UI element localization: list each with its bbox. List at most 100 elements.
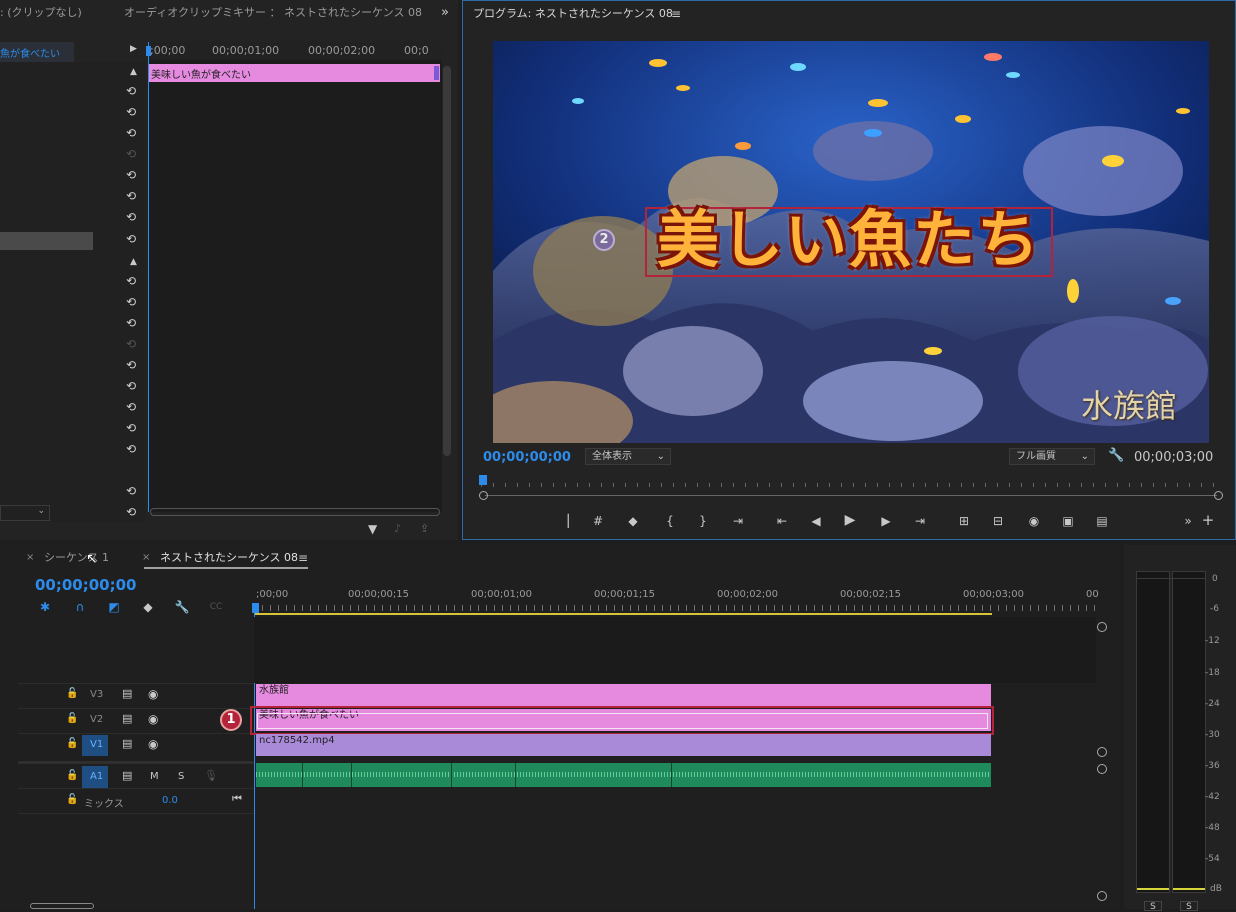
reset-icon[interactable]: ⟲ [124, 337, 138, 351]
reset-icon[interactable]: ⟲ [124, 232, 138, 246]
panel-menu-icon[interactable]: ≡ [671, 7, 681, 21]
solo-left-button[interactable]: S [1144, 901, 1162, 912]
audio-vscroll-bottom[interactable] [1097, 891, 1107, 901]
reset-icon[interactable]: ⟲ [124, 421, 138, 435]
track-label-a1[interactable]: A1 [90, 771, 103, 782]
sync-lock-icon[interactable]: ▤ [122, 737, 132, 750]
play-icon[interactable]: ▶ [841, 512, 859, 528]
mark-in-icon[interactable]: { [661, 513, 679, 529]
step-forward-frame-icon[interactable]: ▶ [877, 513, 895, 529]
lift-icon[interactable]: ⊞ [955, 513, 973, 529]
panel-overflow-icon[interactable]: » [441, 5, 449, 20]
lock-icon[interactable]: 🔓 [66, 738, 78, 749]
reset-icon[interactable]: ⟲ [124, 84, 138, 98]
source-vscroll[interactable] [443, 66, 451, 456]
sync-lock-icon[interactable]: ▤ [122, 769, 132, 782]
zoom-bar[interactable] [479, 491, 1223, 501]
collapse-up-icon[interactable]: ▲ [130, 67, 137, 77]
video-vscroll-top[interactable] [1097, 622, 1107, 632]
marker-icon[interactable]: ◆ [624, 513, 642, 529]
audio-only-icon[interactable]: ♪ [394, 522, 401, 535]
reset-icon[interactable]: ⟲ [124, 210, 138, 224]
reset-icon[interactable]: ⟲ [124, 316, 138, 330]
reset-icon[interactable]: ⟲ [124, 189, 138, 203]
step-forward-icon[interactable]: ⇥ [911, 513, 929, 529]
wrench-icon[interactable]: 🔧 [173, 599, 191, 615]
filter-icon[interactable]: ▼ [368, 522, 377, 536]
program-timecode[interactable]: 00;00;00;00 [483, 450, 571, 465]
program-monitor-title[interactable]: プログラム: ネストされたシーケンス 08 [473, 1, 673, 27]
extract-icon[interactable]: ⊟ [989, 513, 1007, 529]
magnet-icon[interactable]: ∩ [71, 599, 89, 615]
solo-button[interactable]: S [178, 771, 184, 782]
source-playhead[interactable] [148, 42, 149, 512]
panel-menu-icon[interactable]: ≡ [298, 551, 308, 565]
source-clip-bar[interactable]: 美味しい魚が食べたい [148, 64, 440, 82]
reset-icon[interactable]: ⟲ [124, 379, 138, 393]
audio-vscroll-top[interactable] [1097, 764, 1107, 774]
source-tab[interactable]: : (クリップなし) [0, 0, 110, 26]
captions-icon[interactable]: CC [207, 599, 225, 615]
wrench-icon[interactable]: 🔧 [1108, 448, 1124, 463]
video-vscroll-bottom[interactable] [1097, 747, 1107, 757]
mark-out-icon[interactable]: } [694, 513, 712, 529]
sync-lock-icon[interactable]: ▤ [122, 687, 132, 700]
add-button-icon[interactable]: + [1199, 512, 1217, 528]
collapse-up-icon[interactable]: ▲ [130, 257, 137, 267]
compare-icon[interactable]: ▣ [1059, 513, 1077, 529]
reset-icon[interactable]: ⟲ [124, 442, 138, 456]
mix-value[interactable]: 0.0 [162, 795, 178, 806]
add-marker-icon[interactable]: ◆ [139, 599, 157, 615]
eye-icon[interactable]: ◉ [148, 687, 158, 701]
comparison-view-icon[interactable]: ▤ [1093, 513, 1111, 529]
reset-icon[interactable]: ⟲ [124, 400, 138, 414]
close-tab-icon[interactable]: × [142, 552, 150, 563]
dropdown[interactable]: ⌄ [0, 505, 50, 521]
microphone-icon[interactable]: 🎙 [204, 769, 218, 782]
add-marker-icon[interactable]: ▕ [555, 513, 573, 529]
zoom-select[interactable]: 全体表示 ⌄ [585, 448, 671, 465]
work-area-bar[interactable] [254, 613, 992, 615]
timeline-ruler[interactable]: ;00;00 00;00;00;15 00;00;01;00 00;00;01;… [254, 583, 1099, 617]
timeline-timecode[interactable]: 00;00;00;00 [35, 576, 137, 594]
overflow-icon[interactable]: » [1179, 513, 1197, 529]
zoom-bar-handle-left[interactable] [479, 491, 488, 500]
eye-icon[interactable]: ◉ [148, 712, 158, 726]
track-label-v1[interactable]: V1 [90, 739, 103, 750]
clip-v1[interactable]: nc178542.mp4 [256, 734, 991, 756]
reset-icon[interactable]: ⟲ [124, 126, 138, 140]
reset-icon[interactable]: ⟲ [124, 147, 138, 161]
clip-end-handle[interactable] [434, 66, 439, 80]
zoom-bar-handle-right[interactable] [1214, 491, 1223, 500]
step-back-frame-icon[interactable]: ◀ [807, 513, 825, 529]
track-label-v3[interactable]: V3 [90, 689, 103, 700]
camera-icon[interactable]: ◉ [1025, 513, 1043, 529]
sync-lock-icon[interactable]: ▤ [122, 712, 132, 725]
mute-button[interactable]: M [150, 771, 159, 782]
solo-right-button[interactable]: S [1180, 901, 1198, 912]
reset-icon[interactable]: ⟲ [124, 295, 138, 309]
expand-right-icon[interactable]: ▶ [130, 44, 137, 54]
lock-icon[interactable]: 🔓 [66, 688, 78, 699]
reset-icon[interactable]: ⟲ [124, 484, 138, 498]
go-to-in-icon[interactable]: ⇥ [729, 513, 747, 529]
value-slider[interactable] [0, 232, 93, 250]
reset-icon[interactable]: ⟲ [124, 168, 138, 182]
reset-icon[interactable]: ⟲ [124, 274, 138, 288]
go-to-end-icon[interactable]: ⏮ [232, 792, 242, 806]
linked-selection-icon[interactable]: ◩ [105, 599, 123, 615]
close-tab-icon[interactable]: × [26, 552, 34, 563]
lock-icon[interactable]: 🔓 [66, 713, 78, 724]
eye-icon[interactable]: ◉ [148, 737, 158, 751]
reset-icon[interactable]: ⟲ [124, 505, 138, 519]
export-icon[interactable]: ⇪ [420, 522, 429, 535]
audio-clip-a1[interactable] [256, 763, 991, 787]
grid-icon[interactable]: # [589, 513, 607, 529]
lock-icon[interactable]: 🔓 [66, 770, 78, 781]
tab-sequence-1[interactable]: シーケンス 1 [44, 545, 109, 571]
track-label-v2[interactable]: V2 [90, 714, 103, 725]
program-scrubber[interactable] [479, 475, 1221, 491]
step-back-icon[interactable]: ⇤ [773, 513, 791, 529]
program-title-overlay[interactable]: 美しい魚たち [645, 201, 1053, 279]
source-hscroll[interactable] [150, 508, 440, 516]
